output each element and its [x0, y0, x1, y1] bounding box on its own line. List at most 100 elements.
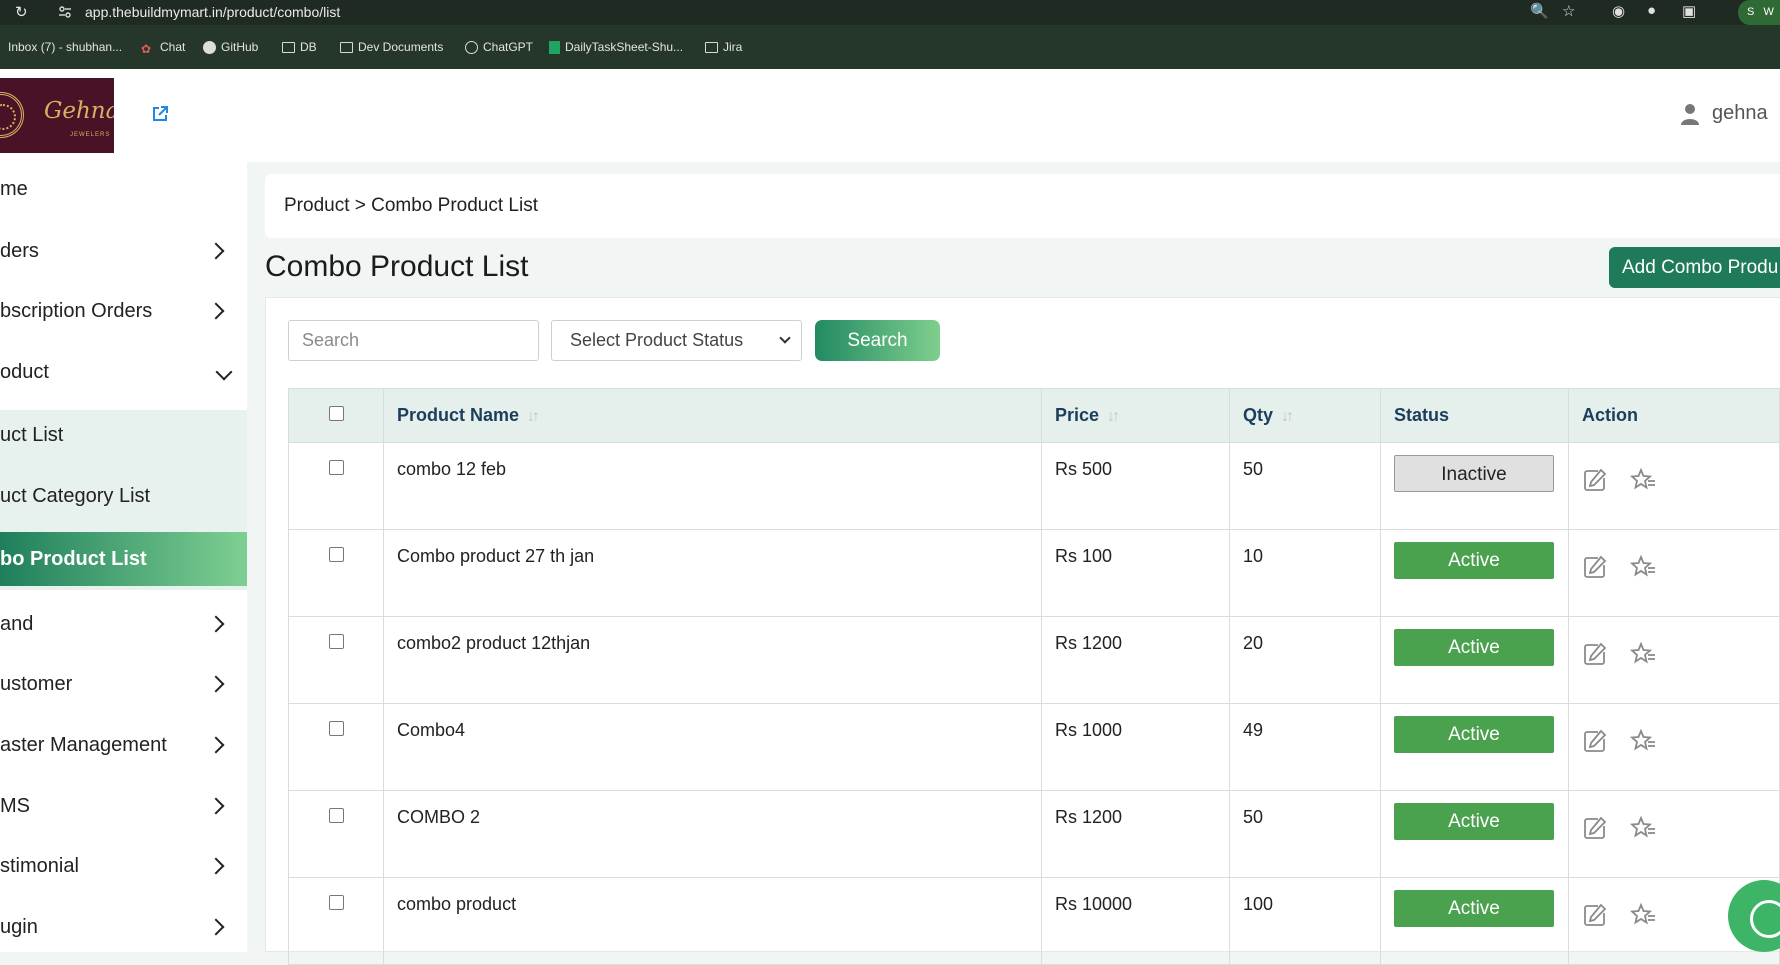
search-input[interactable]: [288, 320, 539, 361]
external-link-icon[interactable]: [150, 104, 170, 124]
star-icon[interactable]: [1630, 467, 1656, 493]
bookmark-chat[interactable]: ✿ Chat: [141, 40, 185, 56]
product-name-cell: combo2 product 12thjan: [383, 616, 1042, 704]
sidebar-item-combo-product-list[interactable]: bo Product List: [0, 532, 247, 586]
column-action: Action: [1568, 388, 1780, 443]
qty-cell: 100: [1229, 877, 1381, 965]
action-cell: [1568, 529, 1780, 617]
edit-icon[interactable]: [1582, 641, 1608, 667]
qty-cell: 50: [1229, 790, 1381, 878]
row-checkbox[interactable]: [328, 634, 344, 649]
sidebar-item-testimonial[interactable]: stimonial: [0, 839, 247, 893]
row-select-cell: [288, 442, 384, 530]
sidebar-item-product-category-list[interactable]: uct Category List: [0, 469, 247, 523]
row-checkbox[interactable]: [328, 895, 344, 910]
sidebar-item-brand[interactable]: and: [0, 597, 247, 651]
bookmark-dev-documents[interactable]: Dev Documents: [340, 40, 443, 54]
column-price[interactable]: Price ↓↑: [1041, 388, 1230, 443]
chevron-down-icon: [779, 332, 791, 344]
sidebar-item-orders[interactable]: ders: [0, 224, 247, 278]
bookmark-inbox[interactable]: Inbox (7) - shubhan...: [8, 40, 122, 54]
star-icon[interactable]: [1630, 902, 1656, 928]
status-badge[interactable]: Active: [1394, 803, 1554, 840]
star-icon[interactable]: [1630, 728, 1656, 754]
sidebar-item-cms[interactable]: MS: [0, 779, 247, 833]
chevron-right-icon: [207, 736, 225, 754]
brand-logo[interactable]: Gehna JEWELERS: [0, 78, 114, 153]
status-badge[interactable]: Active: [1394, 890, 1554, 927]
product-name-cell: Combo4: [383, 703, 1042, 791]
breadcrumb-bar: Product > Combo Product List: [265, 174, 1780, 238]
table-row: combo2 product 12thjan Rs 1200 20 Active: [288, 616, 1780, 704]
bookmark-db[interactable]: DB: [282, 40, 317, 54]
action-cell: [1568, 442, 1780, 530]
sort-icon[interactable]: ↓↑: [1107, 408, 1120, 426]
browser-toolbar: ↻ app.thebuildmymart.in/product/combo/li…: [0, 0, 1780, 25]
edit-icon[interactable]: [1582, 467, 1608, 493]
edit-icon[interactable]: [1582, 902, 1608, 928]
sidebar-item-product[interactable]: oduct: [0, 345, 247, 399]
bookmark-star-icon[interactable]: ☆: [1562, 2, 1575, 20]
status-badge[interactable]: Active: [1394, 629, 1554, 666]
action-cell: [1568, 703, 1780, 791]
column-qty[interactable]: Qty ↓↑: [1229, 388, 1381, 443]
add-combo-product-button[interactable]: Add Combo Produ: [1609, 247, 1780, 288]
star-icon[interactable]: [1630, 815, 1656, 841]
select-all-checkbox[interactable]: [328, 406, 344, 421]
star-icon[interactable]: [1630, 554, 1656, 580]
status-cell: Inactive: [1380, 442, 1569, 530]
site-settings-icon[interactable]: [58, 5, 72, 19]
chevron-right-icon: [207, 918, 225, 936]
status-cell: Active: [1380, 790, 1569, 878]
product-status-select[interactable]: Select Product Status: [551, 320, 802, 361]
row-select-cell: [288, 790, 384, 878]
breadcrumb[interactable]: Product > Combo Product List: [284, 195, 538, 217]
edit-icon[interactable]: [1582, 728, 1608, 754]
table-row: Combo product 27 th jan Rs 100 10 Active: [288, 529, 1780, 617]
sidebar-item-customer[interactable]: ustomer: [0, 657, 247, 711]
action-cell: [1568, 616, 1780, 704]
sidebar-item-master-management[interactable]: aster Management: [0, 718, 247, 772]
bookmark-jira[interactable]: Jira: [705, 40, 742, 54]
sidebar-item-subscription-orders[interactable]: bscription Orders: [0, 284, 247, 338]
row-checkbox[interactable]: [328, 460, 344, 475]
column-product-name[interactable]: Product Name ↓↑: [383, 388, 1042, 443]
row-checkbox[interactable]: [328, 721, 344, 736]
address-bar[interactable]: app.thebuildmymart.in/product/combo/list: [85, 4, 340, 20]
zoom-icon[interactable]: 🔍: [1530, 2, 1549, 20]
status-badge[interactable]: Inactive: [1394, 455, 1554, 492]
user-menu[interactable]: gehna: [1680, 102, 1768, 125]
mandala-icon: [0, 92, 24, 138]
extensions-puzzle-icon[interactable]: ▣: [1682, 2, 1696, 20]
status-badge[interactable]: Active: [1394, 716, 1554, 753]
chevron-right-icon: [207, 797, 225, 815]
bookmark-daily-task-sheet[interactable]: DailyTaskSheet-Shu...: [549, 40, 683, 54]
extension-icon[interactable]: ●: [1647, 2, 1656, 19]
chatgpt-icon: [465, 40, 478, 54]
profile-avatar[interactable]: S W: [1738, 0, 1780, 25]
reload-icon[interactable]: ↻: [15, 3, 28, 21]
username: gehna: [1712, 102, 1768, 124]
grammarly-extension-icon[interactable]: ◉: [1612, 2, 1625, 20]
table-header-row: Product Name ↓↑ Price ↓↑ Qty ↓↑ Status Acti…: [288, 388, 1780, 443]
github-icon: [203, 40, 216, 54]
status-cell: Active: [1380, 529, 1569, 617]
sort-icon[interactable]: ↓↑: [527, 408, 540, 426]
sidebar-item-product-list[interactable]: uct List: [0, 408, 247, 462]
bookmark-chatgpt[interactable]: ChatGPT: [465, 40, 533, 54]
edit-icon[interactable]: [1582, 815, 1608, 841]
status-cell: Active: [1380, 877, 1569, 965]
row-checkbox[interactable]: [328, 808, 344, 823]
status-badge[interactable]: Active: [1394, 542, 1554, 579]
bookmark-github[interactable]: GitHub: [203, 40, 258, 54]
edit-icon[interactable]: [1582, 554, 1608, 580]
app-header: Gehna JEWELERS gehna: [0, 69, 1780, 162]
qty-cell: 10: [1229, 529, 1381, 617]
row-checkbox[interactable]: [328, 547, 344, 562]
sidebar-item-plugin[interactable]: ugin: [0, 900, 247, 954]
sort-icon[interactable]: ↓↑: [1281, 408, 1294, 426]
table-row: combo 12 feb Rs 500 50 Inactive: [288, 442, 1780, 530]
star-icon[interactable]: [1630, 641, 1656, 667]
search-button[interactable]: Search: [815, 320, 940, 361]
sidebar-item-home[interactable]: me: [0, 162, 247, 216]
